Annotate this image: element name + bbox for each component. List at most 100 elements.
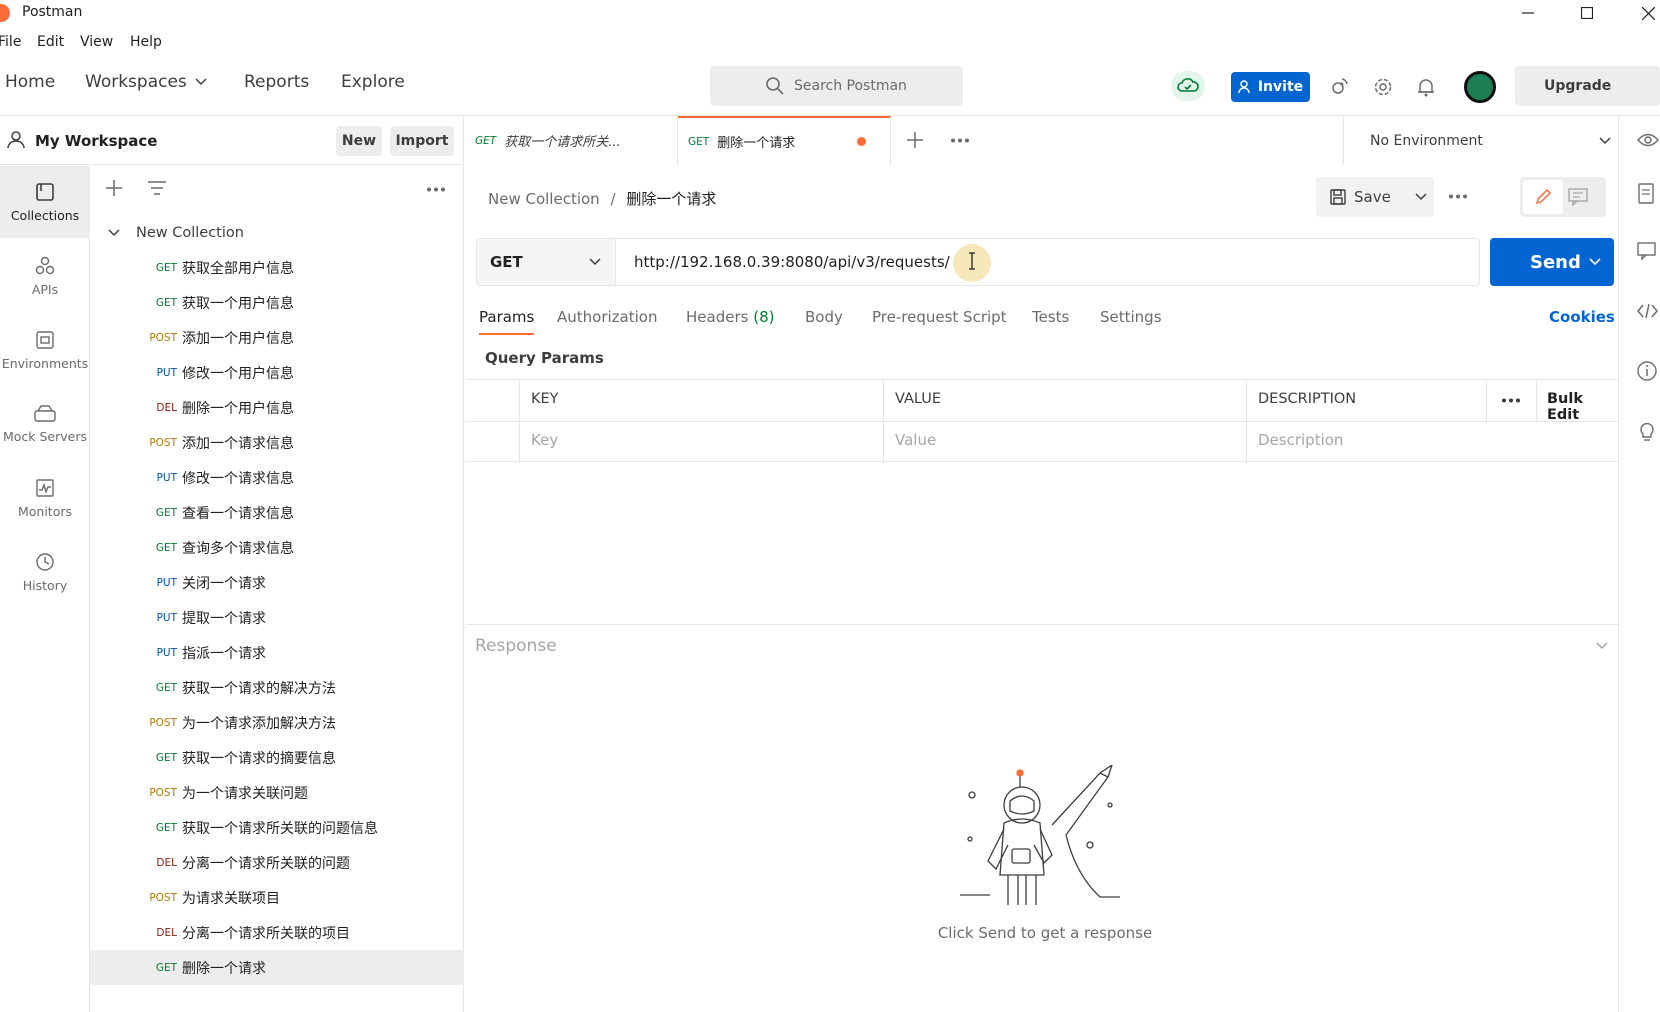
chevron-down-icon[interactable] [108, 229, 120, 237]
documentation-icon[interactable] [1636, 183, 1658, 205]
bulk-edit-link[interactable]: Bulk Edit [1547, 391, 1618, 423]
request-name: 关闭一个请求 [182, 575, 266, 592]
tab-pre-request-script[interactable]: Pre-request Script [872, 308, 1007, 326]
menu-file[interactable]: File [0, 34, 21, 50]
description-input[interactable]: Description [1258, 431, 1343, 449]
close-icon[interactable] [1636, 2, 1660, 24]
method-select[interactable]: GET [476, 238, 616, 286]
sidebar-item-monitors[interactable]: Monitors [0, 462, 90, 534]
request-method-badge: GET [155, 296, 177, 309]
tab-more-icon[interactable] [951, 138, 969, 143]
request-item[interactable]: POST 添加一个请求信息 [90, 425, 464, 460]
request-item[interactable]: PUT 提取一个请求 [90, 600, 464, 635]
request-item[interactable]: GET 获取一个用户信息 [90, 285, 464, 320]
info-icon[interactable] [1636, 360, 1658, 382]
user-avatar[interactable] [1464, 71, 1496, 103]
tab-authorization[interactable]: Authorization [557, 308, 657, 326]
request-name: 指派一个请求 [182, 645, 266, 662]
request-item[interactable]: DEL 分离一个请求所关联的项目 [90, 915, 464, 950]
save-button[interactable]: Save [1316, 177, 1434, 217]
satellite-icon[interactable] [1326, 74, 1352, 100]
collection-name[interactable]: New Collection [136, 225, 244, 241]
row-divider [466, 421, 1618, 422]
upgrade-button[interactable]: Upgrade [1515, 66, 1660, 106]
cookies-link[interactable]: Cookies [1549, 308, 1615, 326]
request-item[interactable]: PUT 关闭一个请求 [90, 565, 464, 600]
maximize-icon[interactable] [1575, 2, 1599, 24]
tab-body[interactable]: Body [805, 308, 843, 326]
environment-select[interactable]: No Environment [1343, 116, 1625, 165]
tab-tests[interactable]: Tests [1032, 308, 1069, 326]
nav-explore[interactable]: Explore [341, 72, 405, 92]
lightbulb-icon[interactable] [1636, 420, 1658, 442]
tab-params[interactable]: Params [479, 308, 534, 326]
minimize-icon[interactable] [1516, 2, 1540, 24]
add-collection-icon[interactable] [106, 180, 122, 196]
breadcrumb-collection[interactable]: New Collection [488, 190, 600, 208]
search-bar[interactable]: Search Postman [710, 66, 963, 106]
sidebar-item-environments[interactable]: Environments [0, 314, 90, 386]
request-item[interactable]: PUT 指派一个请求 [90, 635, 464, 670]
workspace-name[interactable]: My Workspace [35, 132, 157, 150]
chevron-down-icon[interactable] [1415, 193, 1427, 201]
request-item[interactable]: POST 为一个请求添加解决方法 [90, 705, 464, 740]
sidebar-item-apis[interactable]: APIs [0, 240, 90, 312]
filter-icon[interactable] [148, 181, 166, 195]
sync-status-icon[interactable] [1171, 71, 1205, 101]
tab-headers[interactable]: Headers (8) [686, 308, 774, 326]
menu-edit[interactable]: Edit [37, 34, 64, 50]
breadcrumb-request[interactable]: 删除一个请求 [626, 190, 716, 208]
menu-help[interactable]: Help [130, 34, 162, 50]
chevron-down-icon [195, 78, 207, 86]
request-tab-active[interactable]: GET 删除一个请求 [678, 116, 891, 165]
request-item[interactable]: DEL 删除一个用户信息 [90, 390, 464, 425]
notifications-bell-icon[interactable] [1413, 74, 1439, 100]
url-input[interactable]: http://192.168.0.39:8080/api/v3/requests… [616, 238, 1480, 286]
request-item[interactable]: GET 获取一个请求的解决方法 [90, 670, 464, 705]
sidebar-item-collections[interactable]: Collections [0, 166, 90, 238]
value-input[interactable]: Value [895, 431, 936, 449]
request-item[interactable]: DEL 分离一个请求所关联的问题 [90, 845, 464, 880]
more-options-icon[interactable] [427, 187, 445, 192]
code-icon[interactable] [1636, 300, 1658, 322]
invite-button[interactable]: Invite [1231, 72, 1310, 102]
breadcrumb-separator: / [610, 190, 616, 208]
import-button[interactable]: Import [390, 126, 454, 156]
nav-workspaces[interactable]: Workspaces [85, 72, 207, 92]
comment-icon[interactable] [1568, 188, 1588, 206]
request-item[interactable]: GET 获取一个请求的摘要信息 [90, 740, 464, 775]
new-button[interactable]: New [336, 126, 382, 156]
nav-reports[interactable]: Reports [244, 72, 309, 92]
menu-view[interactable]: View [80, 34, 113, 50]
request-name: 删除一个请求 [182, 960, 266, 977]
request-item[interactable]: PUT 修改一个用户信息 [90, 355, 464, 390]
request-item[interactable]: GET 获取全部用户信息 [90, 250, 464, 285]
url-value: http://192.168.0.39:8080/api/v3/requests… [634, 253, 950, 271]
comments-icon[interactable] [1636, 241, 1658, 263]
sidebar-item-mock-servers[interactable]: Mock Servers [0, 388, 90, 460]
request-item[interactable]: POST 为一个请求关联问题 [90, 775, 464, 810]
tab-settings[interactable]: Settings [1100, 308, 1162, 326]
new-tab-plus-icon[interactable] [907, 132, 923, 148]
chevron-down-icon[interactable] [1589, 258, 1601, 266]
column-options-icon[interactable] [1502, 398, 1520, 403]
request-item[interactable]: GET 获取一个请求所关联的问题信息 [90, 810, 464, 845]
edit-pencil-icon[interactable] [1523, 180, 1563, 214]
request-item[interactable]: PUT 修改一个请求信息 [90, 460, 464, 495]
chevron-down-icon[interactable] [1596, 642, 1608, 650]
key-input[interactable]: Key [531, 431, 558, 449]
nav-home[interactable]: Home [5, 72, 55, 92]
request-name: 添加一个用户信息 [182, 330, 294, 347]
settings-gear-icon[interactable] [1370, 74, 1396, 100]
sidebar-item-history[interactable]: History [0, 536, 90, 608]
request-more-icon[interactable] [1449, 194, 1467, 199]
add-user-icon [1238, 80, 1250, 94]
request-tab[interactable]: GET 获取一个请求所关... [465, 116, 678, 165]
request-item[interactable]: GET 查询多个请求信息 [90, 530, 464, 565]
request-item[interactable]: GET 查看一个请求信息 [90, 495, 464, 530]
request-item[interactable]: POST 添加一个用户信息 [90, 320, 464, 355]
request-item[interactable]: GET 删除一个请求 [90, 950, 464, 985]
request-name: 添加一个请求信息 [182, 435, 294, 452]
request-item[interactable]: POST 为请求关联项目 [90, 880, 464, 915]
send-button[interactable]: Send [1490, 238, 1614, 286]
